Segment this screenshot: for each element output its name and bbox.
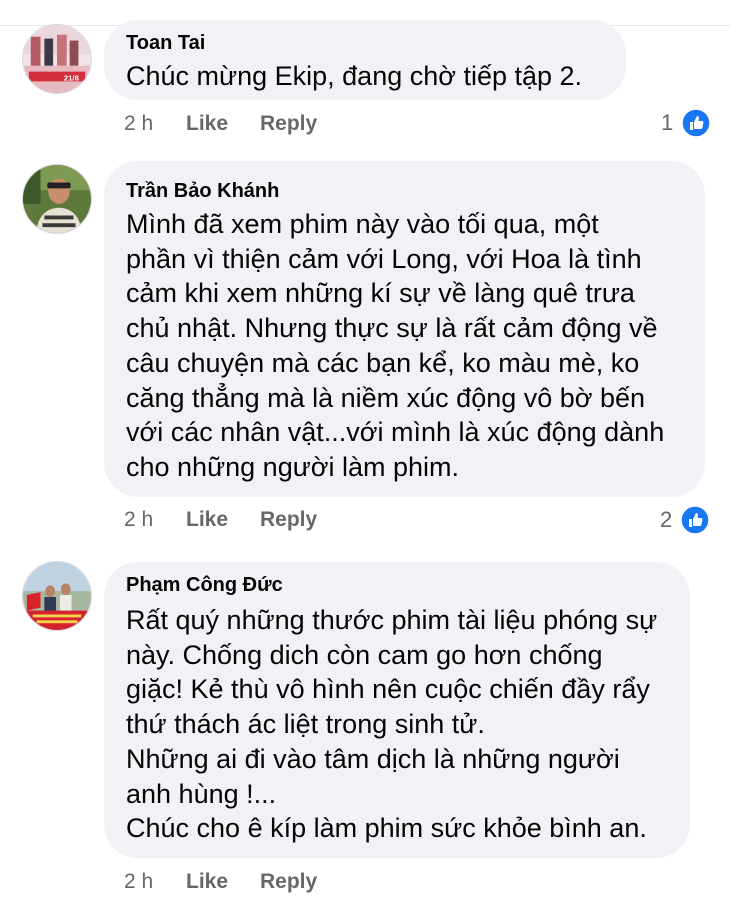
reaction-count: 2: [660, 507, 673, 532]
avatar-tran-bao-khanh-image: [23, 165, 91, 233]
comment-bubble: Trần Bảo Khánh Mình đã xem phim này vào …: [104, 161, 705, 497]
avatar-pham-cong-duc-image: [23, 562, 91, 630]
reply-button[interactable]: Reply: [260, 506, 317, 534]
reaction-summary[interactable]: 1: [661, 108, 713, 138]
avatar[interactable]: 21/8: [22, 24, 92, 94]
comment-timestamp[interactable]: 2 h: [124, 868, 153, 896]
comment-author[interactable]: Trần Bảo Khánh: [126, 179, 683, 203]
thumbs-up-icon: [680, 505, 710, 535]
comment-text: Rất quý những thước phim tài liệu phóng …: [126, 605, 658, 844]
reaction-summary[interactable]: 2: [660, 505, 712, 535]
reply-button[interactable]: Reply: [260, 110, 317, 138]
comment-author[interactable]: Phạm Công Đức: [126, 573, 668, 597]
comment-bubble: Phạm Công Đức Rất quý những thước phim t…: [104, 562, 690, 858]
comment-text: Mình đã xem phim này vào tối qua, một ph…: [126, 209, 665, 482]
comment-timestamp[interactable]: 2 h: [124, 506, 153, 534]
avatar[interactable]: [22, 561, 92, 631]
comment-text: Chúc mừng Ekip, đang chờ tiếp tập 2.: [126, 61, 583, 91]
avatar[interactable]: [22, 164, 92, 234]
reaction-count: 1: [661, 110, 674, 135]
comment-bubble: Toan Tai Chúc mừng Ekip, đang chờ tiếp t…: [104, 20, 626, 100]
thumbs-up-icon: [681, 108, 711, 138]
like-button[interactable]: Like: [186, 506, 228, 534]
like-button[interactable]: Like: [186, 868, 228, 896]
comment-timestamp[interactable]: 2 h: [124, 110, 153, 138]
avatar-badge-text: 21/8: [64, 73, 80, 82]
comment-author[interactable]: Toan Tai: [126, 31, 604, 55]
like-button[interactable]: Like: [186, 110, 228, 138]
reply-button[interactable]: Reply: [260, 868, 317, 896]
avatar-toan-tai-image: 21/8: [23, 25, 91, 93]
